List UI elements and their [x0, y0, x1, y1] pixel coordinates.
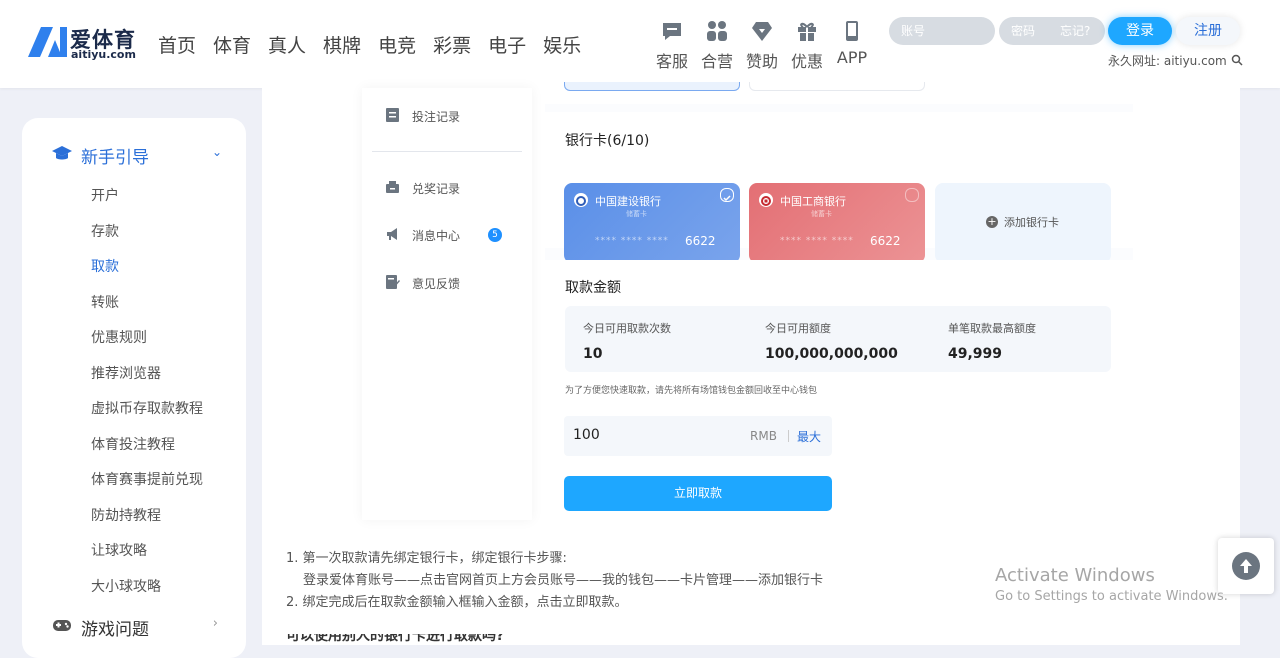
chevron-right-icon: › — [212, 616, 218, 631]
note-line: 登录爱体育账号——点击官网首页上方会员账号——我的钱包——卡片管理——添加银行卡 — [303, 573, 824, 588]
wallet-card-edge — [564, 82, 740, 91]
currency-unit: RMB — [750, 429, 777, 443]
phone-icon — [846, 21, 858, 41]
plus-icon: + — [986, 215, 998, 228]
arrow-up-icon — [1232, 552, 1260, 580]
withdraw-hint: 为了方便您快速取款，请先将所有场馆钱包金额回收至中心钱包 — [565, 386, 818, 396]
subnav-feedback[interactable]: 意见反馈 — [385, 273, 525, 293]
subnav-message-center[interactable]: 消息中心 5 — [385, 225, 525, 245]
main-panel: 投注记录 兑奖记录 消息中心 5 意见反馈 银行卡(6/10) 中国建设银行 储… — [262, 82, 1240, 645]
nav-entertainment[interactable]: 娱乐 — [543, 31, 581, 58]
graduation-cap-icon — [52, 146, 72, 160]
limit-single-max: 单笔取款最高额度 49,999 — [948, 322, 1036, 362]
bank-logo-icon — [759, 193, 773, 207]
tray-icon — [386, 181, 399, 193]
back-to-top-button[interactable] — [1218, 538, 1274, 594]
limit-daily-count: 今日可用取款次数 10 — [583, 322, 671, 362]
bank-card-section: 银行卡(6/10) 中国建设银行 储蓄卡 **** **** **** 6622… — [545, 112, 1133, 263]
sidebar-item-sports-betting[interactable]: 体育投注教程 — [91, 434, 203, 470]
nav-chess-cards[interactable]: 棋牌 — [323, 31, 361, 58]
nav-esports[interactable]: 电竞 — [378, 31, 416, 58]
sidebar-items: 开户 存款 取款 转账 优惠规则 推荐浏览器 虚拟币存取款教程 体育投注教程 体… — [91, 185, 203, 611]
chevron-down-icon: ⌄ — [211, 145, 222, 159]
subnav-bet-records[interactable]: 投注记录 — [385, 106, 525, 126]
sidebar-item-anti-hijack[interactable]: 防劫持教程 — [91, 505, 203, 541]
withdraw-amount-input[interactable]: 100 RMB 最大 — [564, 416, 832, 456]
tool-partnership[interactable]: 合营 — [695, 20, 739, 72]
wallet-card-edge — [749, 82, 925, 91]
bank-logo-icon — [574, 193, 588, 207]
register-button[interactable]: 注册 — [1176, 17, 1240, 45]
document-icon — [386, 108, 399, 122]
gamepad-icon — [53, 620, 71, 631]
add-bank-card-button[interactable]: + 添加银行卡 — [935, 183, 1111, 263]
brand-domain: aitiyu.com — [71, 48, 136, 61]
logo-a-icon — [28, 27, 67, 57]
check-icon — [905, 188, 919, 202]
permanent-url: 永久网址: aitiyu.com — [1108, 52, 1243, 69]
tool-customer-service[interactable]: 客服 — [650, 20, 694, 72]
nav-slots[interactable]: 电子 — [488, 31, 526, 58]
gift-icon — [798, 22, 816, 41]
sidebar-item-cash-out[interactable]: 体育赛事提前兑现 — [91, 469, 203, 505]
megaphone-icon — [387, 228, 397, 240]
bank-section-title: 银行卡(6/10) — [565, 133, 650, 149]
check-icon — [720, 188, 734, 202]
brand-logo[interactable]: 爱体育 aitiyu.com — [26, 24, 136, 64]
main-nav: 首页 体育 真人 棋牌 电竞 彩票 电子 娱乐 — [158, 31, 598, 58]
edit-icon — [386, 275, 400, 289]
chat-icon — [663, 23, 681, 40]
nav-home[interactable]: 首页 — [158, 31, 196, 58]
subnav-prize-records[interactable]: 兑奖记录 — [385, 178, 525, 198]
note-line: 2. 绑定完成后在取款金额输入框输入金额，点击立即取款。 — [286, 595, 628, 610]
sidebar-item-deposit[interactable]: 存款 — [91, 221, 203, 257]
nav-live-casino[interactable]: 真人 — [268, 31, 306, 58]
people-icon — [707, 21, 727, 41]
sidebar-item-transfer[interactable]: 转账 — [91, 292, 203, 328]
nav-sports[interactable]: 体育 — [213, 31, 251, 58]
sidebar-item-withdraw[interactable]: 取款 — [91, 256, 203, 292]
site-header: 爱体育 aitiyu.com 首页 体育 真人 棋牌 电竞 彩票 电子 娱乐 客… — [0, 0, 1280, 88]
max-amount-button[interactable]: 最大 — [797, 428, 821, 445]
bank-card-ccb[interactable]: 中国建设银行 储蓄卡 **** **** **** 6622 — [564, 183, 740, 263]
account-input[interactable]: 账号 — [889, 17, 995, 45]
withdraw-limits: 今日可用取款次数 10 今日可用额度 100,000,000,000 单笔取款最… — [565, 306, 1111, 372]
forgot-password-link[interactable]: 忘记? — [1060, 17, 1090, 45]
sidebar-item-crypto-tutorial[interactable]: 虚拟币存取款教程 — [91, 398, 203, 434]
input-divider — [788, 430, 789, 442]
sidebar-section-game-issues[interactable]: 游戏问题 › — [52, 614, 218, 640]
amount-value: 100 — [573, 427, 600, 443]
nav-lottery[interactable]: 彩票 — [433, 31, 471, 58]
search-icon[interactable] — [1231, 54, 1243, 66]
withdraw-title: 取款金额 — [565, 280, 621, 296]
tool-sponsor[interactable]: 赞助 — [740, 20, 784, 72]
unread-badge: 5 — [488, 228, 502, 242]
withdraw-submit-button[interactable]: 立即取款 — [564, 476, 832, 511]
header-tools: 客服 合营 赞助 优惠 APP — [650, 20, 875, 72]
bank-card-icbc[interactable]: 中国工商银行 储蓄卡 **** **** **** 6622 — [749, 183, 925, 263]
tool-app[interactable]: APP — [830, 20, 874, 72]
wallet-section-remnant — [545, 82, 1133, 104]
faq-heading-partial: 可以使用别人的银行卡进行取款吗? — [286, 634, 505, 643]
note-line: 1. 第一次取款请先绑定银行卡，绑定银行卡步骤: — [286, 551, 567, 566]
subnav-divider — [372, 151, 522, 152]
account-subnav: 投注记录 兑奖记录 消息中心 5 意见反馈 — [362, 88, 532, 520]
sidebar-section-newbie[interactable]: 新手引导 ⌄ — [52, 142, 222, 168]
withdraw-content: 银行卡(6/10) 中国建设银行 储蓄卡 **** **** **** 6622… — [545, 82, 1133, 520]
tool-promotions[interactable]: 优惠 — [785, 20, 829, 72]
sidebar-item-handicap[interactable]: 让球攻略 — [91, 540, 203, 576]
diamond-icon — [752, 22, 772, 41]
password-input[interactable]: 密码 忘记? — [999, 17, 1105, 45]
sidebar-item-over-under[interactable]: 大小球攻略 — [91, 576, 203, 612]
withdraw-instructions: 1. 第一次取款请先绑定银行卡，绑定银行卡步骤: 登录爱体育账号——点击官网首页… — [286, 548, 824, 643]
limit-daily-amount: 今日可用额度 100,000,000,000 — [765, 322, 898, 362]
help-sidebar: 新手引导 ⌄ 开户 存款 取款 转账 优惠规则 推荐浏览器 虚拟币存取款教程 体… — [22, 118, 246, 658]
login-button[interactable]: 登录 — [1108, 17, 1172, 45]
sidebar-item-open-account[interactable]: 开户 — [91, 185, 203, 221]
sidebar-item-promo-rules[interactable]: 优惠规则 — [91, 327, 203, 363]
sidebar-item-browser[interactable]: 推荐浏览器 — [91, 363, 203, 399]
